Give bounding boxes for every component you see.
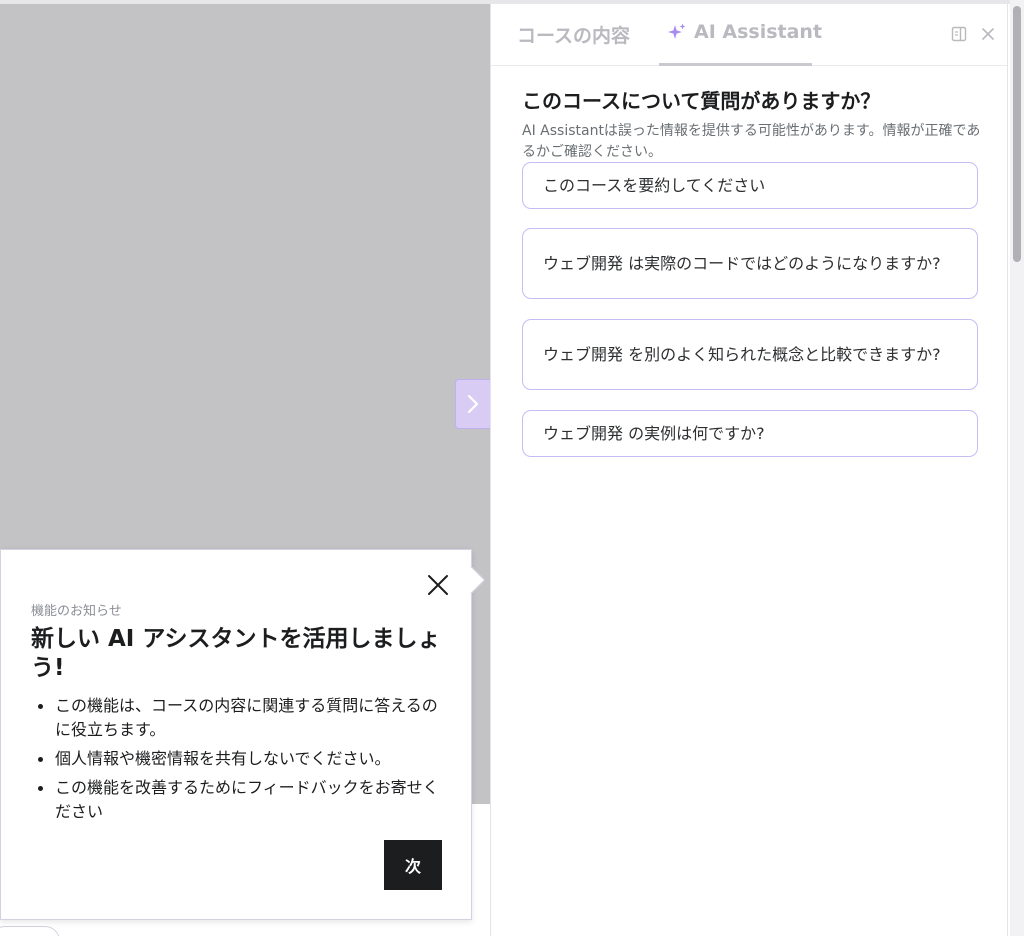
popover-bullet: 個人情報や機密情報を共有しないでください。 bbox=[31, 747, 443, 771]
suggested-prompt[interactable]: ウェブ開発 の実例は何ですか? bbox=[522, 410, 978, 457]
expand-panel-button[interactable] bbox=[455, 379, 491, 429]
sparkle-icon bbox=[668, 23, 686, 39]
prompt-text: ウェブ開発 は実際のコードではどのようになりますか? bbox=[543, 253, 941, 273]
active-tab-indicator bbox=[659, 63, 812, 66]
tab-label: コースの内容 bbox=[517, 25, 631, 47]
scrollbar-thumb[interactable] bbox=[1013, 6, 1021, 262]
popover-close-button[interactable] bbox=[425, 572, 451, 598]
suggested-prompt[interactable]: ウェブ開発 を別のよく知られた概念と比較できますか? bbox=[522, 319, 978, 390]
next-button[interactable]: 次 bbox=[384, 840, 442, 890]
close-icon bbox=[982, 28, 994, 40]
popover-bullet: この機能を改善するためにフィードバックをお寄せください bbox=[31, 776, 443, 824]
panel-close-button[interactable] bbox=[979, 24, 997, 44]
popover-bullet-list: この機能は、コースの内容に関連する質問に答えるのに役立ちます。 個人情報や機密情… bbox=[31, 694, 443, 829]
popover-eyebrow: 機能のお知らせ bbox=[31, 604, 122, 619]
chevron-right-icon bbox=[467, 394, 479, 414]
suggested-prompt[interactable]: ウェブ開発 は実際のコードではどのようになりますか? bbox=[522, 228, 978, 299]
panel-layout-button[interactable] bbox=[950, 25, 968, 43]
bottom-pill-button[interactable] bbox=[0, 926, 60, 936]
popover-bullet: この機能は、コースの内容に関連する質問に答えるのに役立ちます。 bbox=[31, 694, 443, 742]
panel-title: このコースについて質問がありますか？ bbox=[522, 89, 881, 113]
tab-ai-assistant[interactable]: AI Assistant bbox=[668, 21, 822, 43]
prompt-text: ウェブ開発 の実例は何ですか? bbox=[543, 423, 765, 443]
tab-label: AI Assistant bbox=[694, 21, 823, 43]
popover-title: 新しい AI アシスタントを活用しましょう! bbox=[31, 626, 441, 681]
suggested-prompt[interactable]: このコースを要約してください bbox=[522, 162, 978, 209]
panel-layout-icon bbox=[951, 26, 967, 42]
ai-assistant-panel: コースの内容 AI Assistant このコースについて質問がありますか？ A… bbox=[490, 4, 1008, 936]
tab-course-content[interactable]: コースの内容 bbox=[517, 21, 630, 48]
panel-disclaimer: AI Assistantは誤った情報を提供する可能性があります。情報が正確である… bbox=[522, 123, 981, 160]
prompt-text: このコースを要約してください bbox=[543, 175, 766, 195]
prompt-text: ウェブ開発 を別のよく知られた概念と比較できますか? bbox=[543, 344, 941, 364]
close-icon bbox=[428, 575, 448, 595]
panel-tabbar: コースの内容 AI Assistant bbox=[491, 4, 1007, 66]
